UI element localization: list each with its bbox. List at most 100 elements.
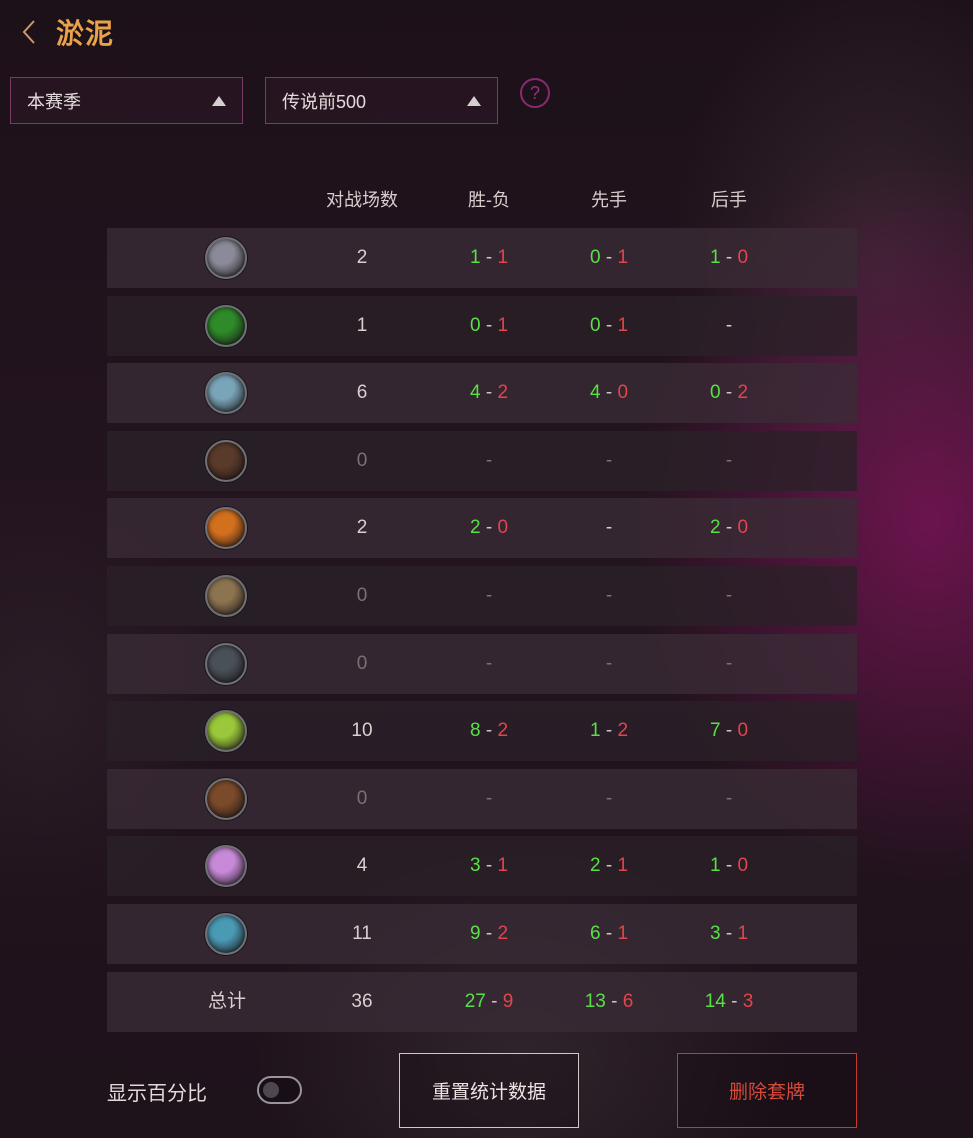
loss-count: 2 (737, 382, 749, 404)
win-count: 27 (464, 990, 486, 1012)
separator: - (485, 247, 493, 268)
separator: - (485, 382, 493, 404)
empty-mark: - (485, 787, 493, 809)
season-dropdown[interactable]: 本赛季 (10, 77, 243, 124)
games-count: 0 (356, 584, 368, 606)
loss-count: 3 (742, 990, 754, 1012)
win-count: 6 (589, 922, 601, 944)
loss-count: 1 (617, 922, 629, 944)
win-loss-cell: 4 - 2 (429, 363, 549, 423)
first-cell: - (549, 498, 669, 558)
second-cell: 1 - 0 (669, 836, 789, 896)
second-cell: 2 - 0 (669, 498, 789, 558)
empty-mark: - (725, 652, 733, 674)
table-row[interactable]: 64 - 24 - 00 - 2 (107, 363, 857, 424)
total-label: 总计 (207, 990, 246, 1012)
loss-count: 1 (617, 314, 629, 336)
empty-mark: - (485, 584, 493, 606)
table-row[interactable]: 11 9 - 26 - 13 - 1 (107, 903, 857, 964)
paladin-class-icon (205, 574, 247, 617)
win-loss-cell: 3 - 1 (429, 836, 549, 896)
warlock-class-icon (205, 777, 247, 820)
total-second: 14 - 3 (669, 972, 789, 1032)
loss-count: 1 (737, 922, 749, 944)
toggle-knob (263, 1082, 279, 1098)
games-count: 0 (356, 449, 368, 471)
empty-mark: - (605, 787, 613, 809)
separator: - (605, 247, 613, 268)
win-count: 7 (709, 720, 721, 742)
second-cell: 3 - 1 (669, 904, 789, 964)
reset-stats-button[interactable]: 重置统计数据 (399, 1053, 579, 1128)
separator: - (485, 517, 493, 539)
table-row[interactable]: 0 - - - (107, 565, 857, 626)
separator: - (731, 990, 738, 1012)
priest-class-icon (205, 845, 247, 888)
caret-up-icon (467, 95, 481, 106)
empty-mark: - (725, 787, 733, 809)
table-row[interactable]: 22 - 0-2 - 0 (107, 498, 857, 559)
loss-count: 6 (622, 990, 634, 1012)
win-loss-cell: 9 - 2 (429, 904, 549, 964)
separator: - (605, 382, 613, 404)
empty-mark: - (725, 449, 733, 471)
first-cell: 0 - 1 (549, 228, 669, 288)
loss-count: 0 (737, 855, 749, 877)
win-count: 1 (589, 720, 601, 742)
rank-dropdown[interactable]: 传说前500 (265, 77, 498, 124)
empty-mark: - (485, 449, 493, 471)
empty-mark: - (605, 652, 613, 674)
loss-count: 2 (497, 382, 509, 404)
separator: - (725, 517, 733, 539)
table-row[interactable]: 0 - - - (107, 430, 857, 491)
first-cell: - (549, 634, 669, 694)
win-loss-cell: - (429, 634, 549, 694)
table-row[interactable]: 2 1 - 10 - 1 1 - 0 (107, 228, 857, 288)
win-count: 9 (469, 922, 481, 944)
table-row[interactable]: 10 - 10 - 1- (107, 295, 857, 356)
win-count: 1 (709, 247, 721, 268)
help-icon[interactable]: ? (520, 78, 550, 108)
empty-mark: - (605, 517, 613, 539)
win-count: 2 (589, 855, 601, 877)
games-count: 2 (356, 247, 368, 268)
table-row[interactable]: 10 8 - 21 - 27 - 0 (107, 701, 857, 762)
show-percent-toggle[interactable] (257, 1076, 302, 1104)
caret-up-icon (212, 95, 226, 106)
table-row[interactable]: 0 - - - (107, 633, 857, 694)
second-cell: - (669, 769, 789, 829)
win-count: 0 (589, 247, 601, 268)
second-cell: 7 - 0 (669, 701, 789, 761)
shaman-class-icon (205, 372, 247, 415)
header-win-loss: 胜-负 (468, 190, 510, 210)
win-loss-cell: 2 - 0 (429, 498, 549, 558)
table-row[interactable]: 0 - - - (107, 768, 857, 829)
page-header: 淤泥 (22, 12, 114, 52)
first-cell: 2 - 1 (549, 836, 669, 896)
hunter-class-icon (205, 439, 247, 482)
win-count: 3 (709, 922, 721, 944)
header-games: 对战场数 (326, 190, 398, 210)
games-count: 4 (356, 855, 368, 877)
stats-table: 21 - 10 - 11 - 010 - 10 - 1-64 - 24 - 00… (107, 228, 857, 1039)
chevron-left-icon[interactable] (22, 14, 42, 50)
show-percent-label: 显示百分比 (107, 1083, 207, 1105)
separator: - (611, 990, 618, 1012)
delete-deck-button[interactable]: 删除套牌 (677, 1053, 857, 1128)
second-cell: - (669, 296, 789, 356)
table-row[interactable]: 4 3 - 12 - 11 - 0 (107, 836, 857, 897)
first-cell: - (549, 431, 669, 491)
separator: - (605, 922, 613, 944)
rank-dropdown-value: 传说前500 (282, 91, 367, 112)
total-first: 13 - 6 (549, 972, 669, 1032)
win-count: 4 (469, 382, 481, 404)
header-first: 先手 (591, 190, 627, 210)
loss-count: 2 (497, 720, 509, 742)
games-count: 1 (356, 314, 368, 336)
win-loss-cell: - (429, 566, 549, 626)
games-count: 2 (356, 517, 368, 539)
separator: - (605, 314, 613, 336)
warrior-class-icon (205, 237, 247, 279)
loss-count: 0 (737, 517, 749, 539)
win-loss-cell: 1 - 1 (429, 228, 549, 288)
